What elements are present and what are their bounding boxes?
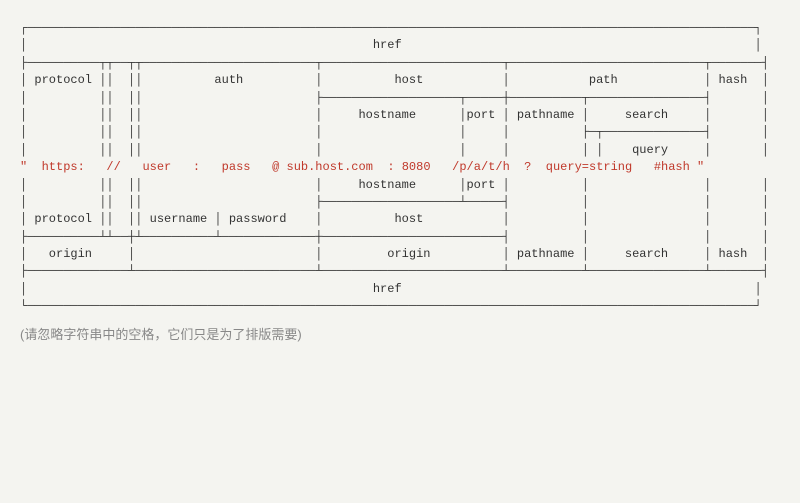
divider: │ ││ ││ ├───────────────────┬─────┼─────… xyxy=(20,91,769,105)
bottom-labels-row: │ protocol ││ ││ username │ password │ h… xyxy=(20,212,769,226)
href-row-bottom: │ href │ xyxy=(20,282,762,296)
sub-labels-row: │ ││ ││ │ hostname │port │ pathname │ se… xyxy=(20,108,769,122)
divider: ├──────────────┴────────────────────────… xyxy=(20,264,769,278)
url-pass: pass xyxy=(222,160,251,174)
url-user: user xyxy=(142,160,171,174)
url-pathname: /p/a/t/h xyxy=(452,160,510,174)
divider: ├──────────┬┬──┬┬───────────────────────… xyxy=(20,56,769,70)
url-query: query=string xyxy=(546,160,632,174)
url-structure-diagram: ┌───────────────────────────────────────… xyxy=(20,20,780,316)
url-port: 8080 xyxy=(402,160,431,174)
query-label-row: │ ││ ││ │ │ │ │ │ query │ │ xyxy=(20,143,769,157)
top-labels-row: │ protocol ││ ││ auth │ host │ path │ ha… xyxy=(20,73,769,87)
origin-row: │ origin │ │ origin │ pathname │ search … xyxy=(20,247,769,261)
hostname-port-row: │ ││ ││ │ hostname │port │ │ │ │ xyxy=(20,178,769,192)
url-hostname: sub.host.com xyxy=(287,160,373,174)
divider: ├──────────┴┴──┼┴──────────┴────────────… xyxy=(20,230,769,244)
url-example-row: " https: // user : pass @ sub.host.com :… xyxy=(20,160,704,174)
url-protocol: https: xyxy=(42,160,85,174)
footnote: (请忽略字符串中的空格，它们只是为了排版需要) xyxy=(20,326,780,345)
border-top: ┌───────────────────────────────────────… xyxy=(20,21,762,35)
label-href: href xyxy=(373,282,402,296)
divider: │ ││ ││ │ │ │ ├─┬──────────────┤ │ xyxy=(20,125,769,139)
divider: │ ││ ││ ├───────────────────┴─────┤ │ │ … xyxy=(20,195,769,209)
border-bottom: └───────────────────────────────────────… xyxy=(20,299,762,313)
href-row-top: │ href │ xyxy=(20,38,762,52)
url-hash: #hash xyxy=(654,160,690,174)
label-href: href xyxy=(373,38,402,52)
